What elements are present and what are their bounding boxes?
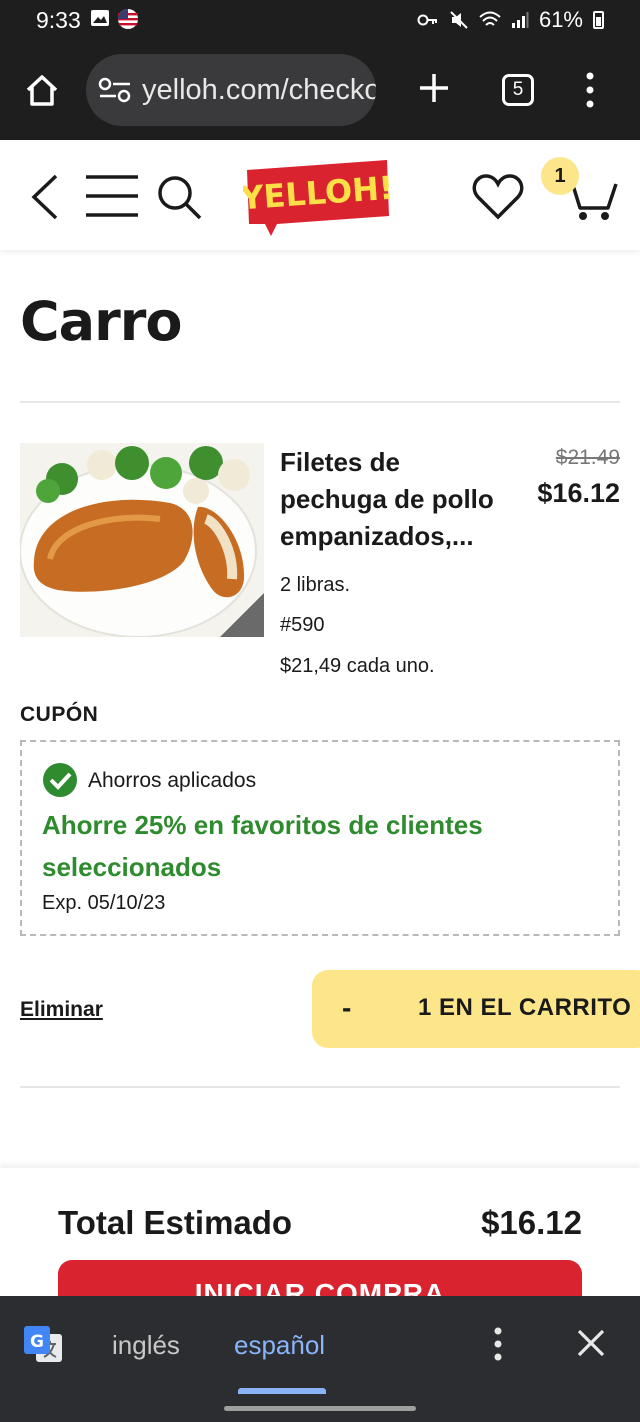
- language-option-source[interactable]: inglés: [112, 1330, 180, 1361]
- battery-icon: [593, 11, 604, 29]
- flag-icon: [118, 9, 138, 29]
- status-notification-icons: [90, 8, 140, 30]
- product-image[interactable]: [20, 443, 264, 637]
- divider: [20, 401, 620, 403]
- status-system-icons: 61%: [417, 7, 604, 33]
- translate-bar: G inglés español: [0, 1296, 640, 1422]
- check-circle-icon: [43, 763, 77, 797]
- status-time: 9:33: [36, 7, 81, 33]
- language-option-target[interactable]: español: [234, 1330, 325, 1361]
- unit-price: $21,49 cada uno.: [280, 655, 435, 677]
- browser-menu-icon[interactable]: [582, 70, 598, 110]
- site-settings-icon[interactable]: [98, 76, 132, 104]
- signal-icon: [511, 12, 529, 28]
- back-arrow-icon[interactable]: [24, 172, 64, 222]
- svg-text:G: G: [30, 1332, 44, 1352]
- cart-count-badge: 1: [541, 157, 579, 195]
- coupon-expiry: Exp. 05/10/23: [42, 892, 166, 914]
- quantity-label[interactable]: 1 EN EL CARRITO: [418, 994, 631, 1022]
- yelloh-logo[interactable]: YELLOH!: [243, 154, 393, 236]
- decrement-button[interactable]: -: [342, 992, 351, 1024]
- selected-language-indicator: [238, 1388, 326, 1394]
- product-sku: #590: [280, 614, 325, 636]
- page-title: Carro: [20, 290, 182, 353]
- google-translate-icon[interactable]: G: [22, 1324, 64, 1366]
- quantity-control: - 1 EN EL CARRITO: [312, 970, 640, 1048]
- coupon-promo-text: Ahorre 25% en favoritos de clientes sele…: [42, 810, 483, 882]
- url-text: yelloh.com/checkout: [142, 74, 376, 106]
- divider: [20, 1086, 620, 1088]
- coupon-status: Ahorros aplicados: [88, 769, 257, 792]
- home-icon[interactable]: [22, 70, 62, 110]
- tab-switcher-button[interactable]: 5: [502, 74, 534, 106]
- heart-icon[interactable]: [472, 174, 524, 220]
- search-icon[interactable]: [156, 174, 202, 220]
- coupon-heading: CUPÓN: [20, 703, 99, 726]
- product-size: 2 libras.: [280, 574, 351, 596]
- browser-toolbar: yelloh.com/checkout 5: [0, 40, 640, 140]
- address-bar[interactable]: yelloh.com/checkout: [86, 54, 376, 126]
- original-price: $21.49: [555, 446, 620, 469]
- total-label: Total Estimado: [58, 1204, 293, 1241]
- hamburger-menu-icon[interactable]: [84, 174, 140, 218]
- remove-link[interactable]: Eliminar: [20, 998, 103, 1022]
- key-icon: [417, 14, 437, 26]
- product-name[interactable]: Filetes de pechuga de pollo empanizados,…: [280, 444, 510, 555]
- new-tab-icon[interactable]: [414, 68, 454, 108]
- wifi-icon: [479, 11, 501, 26]
- more-options-icon[interactable]: [488, 1326, 508, 1362]
- status-bar: 9:33 61%: [0, 0, 640, 40]
- site-header: YELLOH! 1: [0, 140, 640, 250]
- close-icon[interactable]: [576, 1328, 606, 1358]
- order-summary: Total Estimado $16.12 INICIAR COMPRA: [0, 1168, 640, 1330]
- home-indicator[interactable]: [224, 1406, 416, 1411]
- gallery-icon: [91, 10, 109, 26]
- battery-percentage: 61%: [538, 7, 583, 32]
- current-price: $16.12: [537, 478, 620, 508]
- coupon-box: Ahorros aplicados Ahorre 25% en favorito…: [20, 740, 620, 936]
- mute-icon: [450, 11, 468, 29]
- total-value: $16.12: [481, 1204, 582, 1241]
